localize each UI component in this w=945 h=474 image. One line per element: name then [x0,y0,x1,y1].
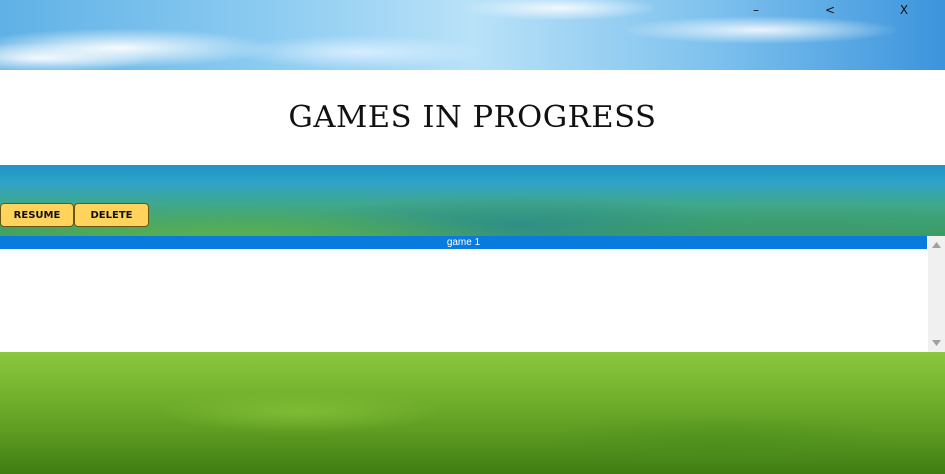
minimize-button[interactable]: – [746,2,766,18]
scroll-up-arrow-icon[interactable] [928,238,945,252]
games-list[interactable]: game 1 [0,236,945,352]
title-banner: GAMES IN PROGRESS [0,70,945,165]
page-title: GAMES IN PROGRESS [288,100,657,135]
vertical-scrollbar[interactable] [928,236,945,352]
delete-button[interactable]: DELETE [74,203,149,227]
scroll-track[interactable] [928,252,945,336]
scroll-down-arrow-icon[interactable] [928,336,945,350]
list-item[interactable]: game 1 [0,236,927,249]
grass-background [0,352,945,474]
sky-background [0,0,945,70]
close-button[interactable]: X [894,2,914,18]
resume-button[interactable]: RESUME [0,203,74,227]
back-button[interactable]: < [820,2,840,18]
